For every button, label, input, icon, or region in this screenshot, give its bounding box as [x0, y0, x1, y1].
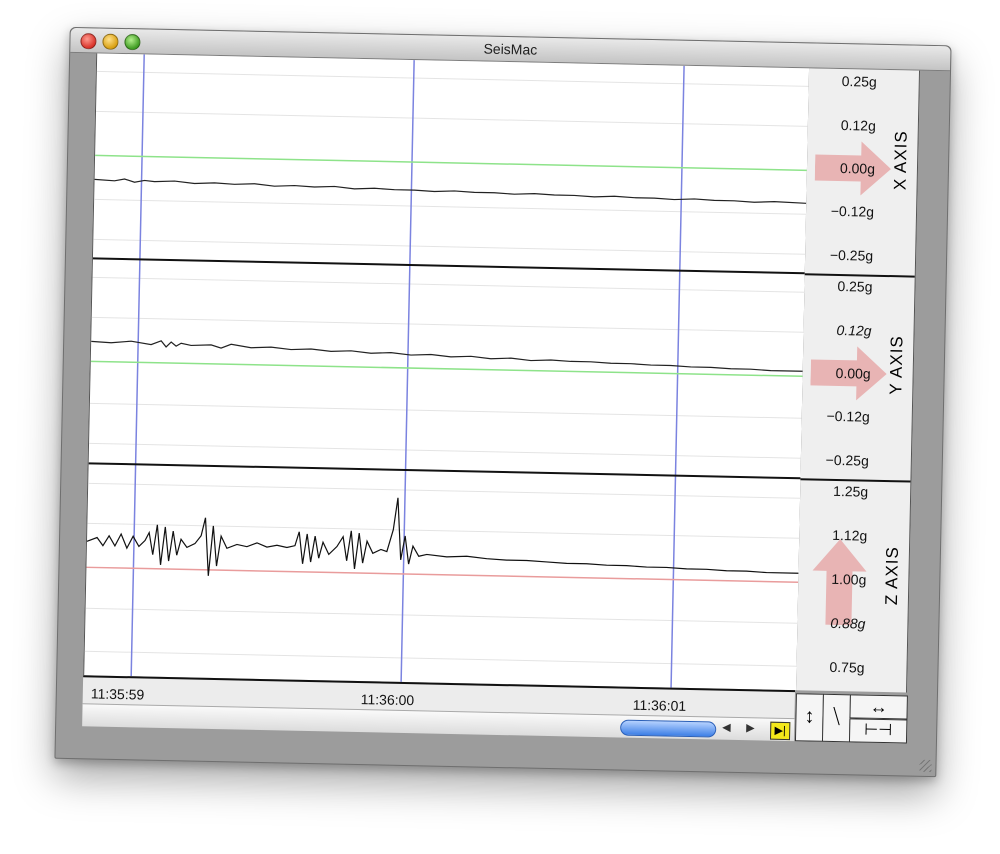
panel-divider-1: [92, 257, 805, 275]
y-trace: [91, 340, 803, 372]
arrow-right-icon[interactable]: ▶: [746, 721, 755, 734]
x-tick-5: −0.25g: [829, 246, 874, 264]
y-tick-1: 0.25g: [837, 277, 873, 295]
double-arrow-horizontal-icon[interactable]: ↔: [849, 694, 908, 720]
x-axis-label: X AXIS: [890, 130, 911, 191]
z-tick-1: 1.25g: [832, 482, 869, 500]
z-tick-4: 0.88g: [830, 614, 866, 632]
time-line-2: [400, 60, 415, 682]
time-label-2: 11:36:00: [360, 691, 415, 709]
time-label-3: 11:36:01: [632, 696, 687, 714]
scale-column: 0.25g 0.12g 0.00g −0.12g −0.25g X AXIS 0…: [796, 68, 921, 693]
double-arrow-vertical-icon[interactable]: ↕: [794, 693, 824, 742]
seismograph-canvas: [84, 54, 809, 688]
x-trace: [94, 178, 807, 204]
x-tick-4: −0.12g: [830, 202, 875, 220]
z-axis-label: Z AXIS: [881, 545, 903, 606]
z-axis-scale[interactable]: 1.25g 1.12g 1.00g 0.88g 0.75g Z AXIS: [796, 478, 910, 692]
compress-horizontal-icon[interactable]: ⊢⊣: [848, 718, 908, 744]
arrow-left-icon[interactable]: ◀: [722, 721, 731, 734]
y-tick-3: 0.00g: [835, 364, 871, 382]
z-trace: [86, 497, 799, 576]
y-baseline: [90, 360, 803, 378]
panel-divider-2: [88, 462, 801, 480]
time-line-1: [130, 54, 145, 677]
x-tick-1: 0.25g: [841, 73, 877, 90]
resize-grip-icon[interactable]: [919, 759, 932, 773]
seismac-window: SeisMac 0.25g 0.12g 0.00g −0.12g −0.25g …: [54, 26, 952, 778]
y-axis-scale[interactable]: 0.25g 0.12g 0.00g −0.12g −0.25g Y AXIS: [800, 273, 915, 483]
x-tick-3: 0.00g: [839, 160, 876, 177]
y-tick-2: 0.12g: [836, 321, 872, 339]
time-line-3: [670, 65, 685, 688]
y-axis-label: Y AXIS: [886, 335, 907, 395]
z-tick-2: 1.12g: [832, 526, 868, 544]
scroll-thumb[interactable]: [620, 719, 717, 738]
jump-to-end-icon[interactable]: ▶|: [769, 721, 791, 741]
x-axis-scale[interactable]: 0.25g 0.12g 0.00g −0.12g −0.25g X AXIS: [804, 68, 920, 278]
y-tick-5: −0.25g: [825, 451, 870, 469]
x-baseline: [95, 154, 807, 172]
y-tick-4: −0.12g: [826, 407, 870, 425]
x-tick-2: 0.12g: [840, 117, 877, 134]
z-tick-3: 1.00g: [831, 570, 867, 588]
time-label-1: 11:35:59: [90, 685, 145, 703]
compress-vertical-icon[interactable]: ⧹: [821, 693, 851, 743]
seismograph-plot[interactable]: [83, 53, 811, 691]
z-tick-5: 0.75g: [829, 658, 865, 676]
